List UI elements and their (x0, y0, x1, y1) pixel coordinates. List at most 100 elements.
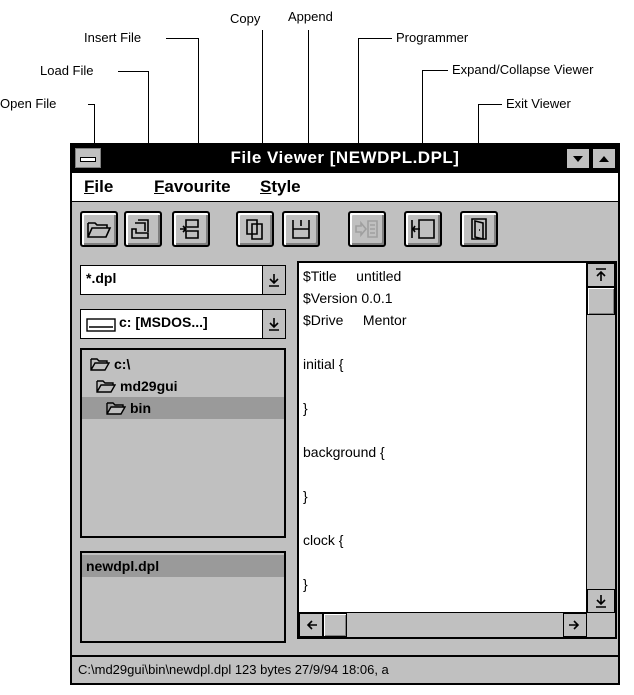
directory-item[interactable]: c:\ (82, 353, 284, 375)
copy-button[interactable] (236, 211, 274, 247)
editor-line: } (303, 400, 308, 416)
editor-line: initial { (303, 356, 344, 372)
menu-bar: File Favourite Style (72, 173, 618, 202)
status-bar: C:\md29gui\bin\newdpl.dpl 123 bytes 27/9… (72, 655, 618, 683)
callout-open-file: Open File (0, 96, 57, 111)
menu-favourite-mnemonic: F (154, 177, 165, 196)
file-filter-combo[interactable]: *.dpl (80, 265, 286, 295)
menu-file-label: ile (94, 177, 114, 196)
leader-insert-file-h (166, 38, 198, 39)
menu-style-label: tyle (271, 177, 301, 196)
menu-style-mnemonic: S (260, 177, 272, 196)
expand-collapse-icon (411, 219, 435, 239)
minimize-button[interactable] (566, 148, 590, 169)
editor-line: $Drive Mentor (303, 312, 407, 328)
scroll-up-button[interactable] (587, 263, 615, 287)
append-icon (292, 220, 310, 239)
load-file-button[interactable] (124, 211, 162, 247)
editor-line: } (303, 576, 308, 592)
menu-style[interactable]: Style (260, 177, 301, 197)
menu-file-mnemonic: F (84, 177, 95, 196)
file-content-lines: $Title untitled $Version 0.0.1 $Drive Ment… (303, 265, 407, 637)
editor-line: } (303, 488, 308, 504)
menu-favourite[interactable]: Favourite (154, 177, 231, 197)
scrollbar-corner (586, 612, 615, 637)
directory-item[interactable]: md29gui (82, 375, 284, 397)
editor-line: $Title untitled (303, 268, 402, 284)
toolbar (80, 211, 618, 251)
exit-viewer-button[interactable] (460, 211, 498, 247)
insert-file-button[interactable] (172, 211, 210, 247)
window-title: File Viewer [NEWDPL.DPL] (230, 148, 460, 167)
horizontal-scrollbar[interactable] (299, 612, 587, 637)
editor-line: background { (303, 444, 385, 460)
leader-expand-h (422, 70, 448, 71)
file-content-view[interactable]: $Title untitled $Version 0.0.1 $Drive Ment… (297, 261, 617, 639)
open-folder-icon (90, 358, 110, 371)
programmer-icon (355, 220, 378, 238)
file-label: newdpl.dpl (86, 558, 160, 574)
horizontal-scroll-thumb[interactable] (323, 613, 347, 637)
callout-programmer: Programmer (396, 30, 469, 45)
open-folder-icon (96, 380, 116, 393)
leader-programmer-h (358, 38, 392, 39)
callout-exit-viewer: Exit Viewer (506, 96, 571, 111)
callout-expand-collapse: Expand/Collapse Viewer (452, 62, 594, 77)
open-folder-icon (106, 402, 126, 415)
load-file-icon (131, 219, 149, 239)
file-item-selected[interactable]: newdpl.dpl (82, 555, 284, 577)
filter-dropdown-button[interactable] (262, 266, 285, 294)
scroll-left-button[interactable] (299, 613, 323, 637)
triangle-up-icon (599, 155, 609, 162)
editor-line: $Version 0.0.1 (303, 290, 393, 306)
arrow-down-icon (269, 318, 279, 331)
file-list[interactable]: newdpl.dpl (80, 551, 286, 643)
drive-combo[interactable]: c: [MSDOS...] (80, 309, 286, 339)
callout-insert-file: Insert File (84, 30, 142, 45)
leader-load-file-h (118, 71, 148, 72)
menu-file[interactable]: File (84, 177, 113, 197)
callout-copy: Copy (230, 11, 261, 26)
directory-label: c:\ (114, 356, 131, 372)
arrow-right-icon (569, 620, 580, 630)
arrow-down-icon (596, 595, 606, 608)
arrow-up-icon (596, 268, 606, 281)
expand-collapse-button[interactable] (404, 211, 442, 247)
file-viewer-window: File Viewer [NEWDPL.DPL] File Favourite … (70, 143, 620, 685)
vertical-scrollbar[interactable] (586, 263, 615, 613)
open-folder-icon (87, 222, 112, 238)
exit-door-icon (471, 218, 487, 241)
file-filter-value: *.dpl (86, 270, 117, 286)
directory-label: bin (130, 400, 151, 416)
append-button[interactable] (282, 211, 320, 247)
scroll-down-button[interactable] (587, 589, 615, 613)
status-text: C:\md29gui\bin\newdpl.dpl 123 bytes 27/9… (78, 662, 389, 677)
drive-dropdown-button[interactable] (262, 310, 285, 338)
drive-value: c: [MSDOS...] (119, 314, 208, 330)
callout-append: Append (288, 9, 333, 24)
directory-list[interactable]: c:\ md29gui bin (80, 348, 286, 538)
copy-icon (246, 219, 263, 240)
open-file-button[interactable] (80, 211, 118, 247)
insert-file-icon (180, 219, 199, 239)
leader-exit-h (478, 104, 502, 105)
triangle-down-icon (573, 155, 583, 162)
callout-load-file: Load File (40, 63, 94, 78)
directory-item-selected[interactable]: bin (82, 397, 284, 419)
maximize-button[interactable] (592, 148, 616, 169)
scroll-right-button[interactable] (563, 613, 587, 637)
editor-line: clock { (303, 532, 344, 548)
programmer-button[interactable] (348, 211, 386, 247)
vertical-scroll-thumb[interactable] (587, 287, 615, 315)
arrow-left-icon (306, 620, 317, 630)
arrow-down-icon (269, 274, 279, 287)
title-bar[interactable]: File Viewer [NEWDPL.DPL] (72, 145, 618, 173)
drive-icon (86, 318, 116, 332)
directory-label: md29gui (120, 378, 178, 394)
